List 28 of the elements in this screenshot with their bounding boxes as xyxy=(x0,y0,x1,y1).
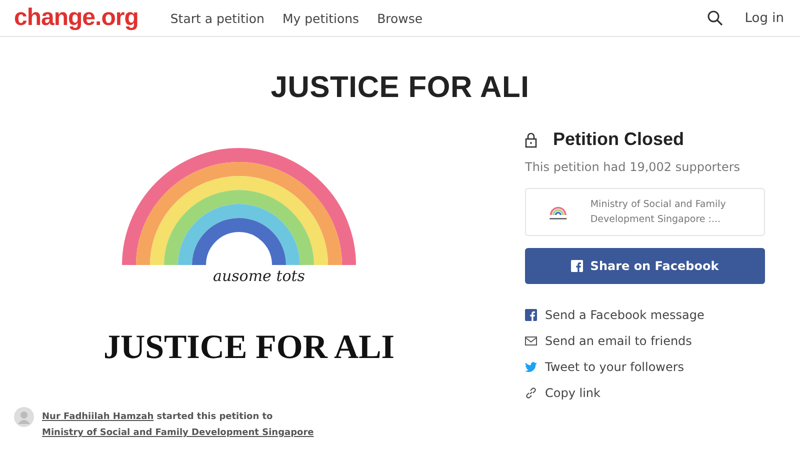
share-link[interactable]: Copy link xyxy=(545,386,600,400)
preview-text: Ministry of Social and Family Development Singapore :... xyxy=(590,198,727,227)
image-caption: ausome tots xyxy=(213,267,305,285)
status-heading: Petition Closed xyxy=(553,129,684,150)
nav-link[interactable]: Browse xyxy=(377,10,423,26)
avatar-icon xyxy=(14,407,34,427)
lock-icon xyxy=(525,132,537,148)
logo[interactable]: change.org xyxy=(14,4,138,32)
share-link[interactable]: Tweet to your followers xyxy=(545,360,684,374)
petition-title: JUSTICE FOR ALI xyxy=(270,71,530,105)
link-icon xyxy=(525,387,537,399)
email-icon xyxy=(525,335,537,347)
facebook-icon xyxy=(525,309,537,321)
recipient-link[interactable]: Ministry of Social and Family Development Singapore xyxy=(42,428,314,438)
preview-card[interactable]: Ministry of Social and Family Development Singapore :... xyxy=(525,188,765,236)
login-link[interactable]: Log in xyxy=(744,10,784,26)
starter-link[interactable]: Nur Fadhiilah Hamzah xyxy=(42,412,154,422)
search-icon[interactable] xyxy=(706,10,723,26)
starter-sentence: Nur Fadhiilah Hamzah started this petition to Ministry of Social and Family Development Singapore xyxy=(42,411,315,440)
supporters-count: This petition had 19,002 supporters xyxy=(525,160,742,174)
share-facebook-button[interactable]: Share on Facebook xyxy=(525,248,765,284)
nav-link[interactable]: Start a petition xyxy=(170,10,264,26)
image-headline: JUSTICE FOR ALI xyxy=(104,329,394,367)
share-link[interactable]: Send a Facebook message xyxy=(545,308,704,322)
twitter-icon xyxy=(525,361,537,373)
share-link[interactable]: Send an email to friends xyxy=(545,334,692,348)
nav-link[interactable]: My petitions xyxy=(282,10,360,26)
facebook-icon xyxy=(571,260,584,272)
